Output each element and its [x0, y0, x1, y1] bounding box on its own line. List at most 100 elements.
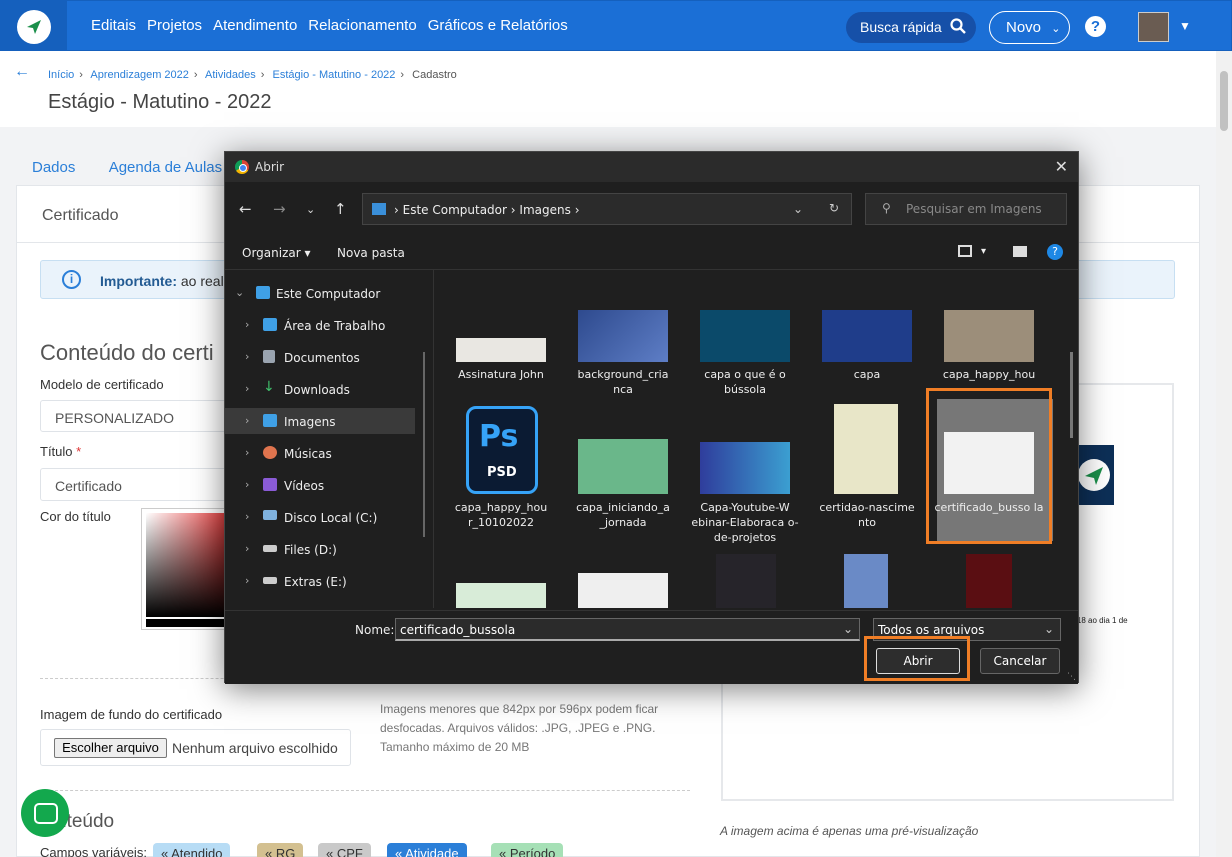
thumb-happy-hour[interactable] — [944, 310, 1034, 362]
tab-agenda[interactable]: Agenda de Aulas — [109, 159, 222, 176]
chevron-down-icon[interactable]: ⌄ — [1044, 622, 1054, 636]
file-item[interactable]: capa_happy_hou r_10102022 — [446, 500, 556, 530]
up-icon[interactable]: ↑ — [334, 200, 347, 218]
tree-item-computer[interactable]: ⌄ Este Computador — [225, 280, 415, 306]
page-scrollbar[interactable] — [1216, 51, 1232, 857]
grid-scrollbar[interactable] — [1070, 352, 1073, 438]
chevron-down-icon[interactable]: ⌄ — [843, 622, 853, 636]
breadcrumb-aprendizagem[interactable]: Aprendizagem 2022 — [90, 69, 188, 81]
tree-item-videos[interactable]: › Vídeos — [225, 472, 415, 498]
filename-input[interactable]: certificado_bussola ⌄ — [395, 618, 860, 641]
tree-item-documents[interactable]: › Documentos — [225, 344, 415, 370]
file-input[interactable]: Escolher arquivo Nenhum arquivo escolhid… — [40, 729, 351, 766]
tree-item-images[interactable]: › Imagens — [225, 408, 415, 434]
chevron-right-icon[interactable]: › — [245, 318, 249, 331]
file-item[interactable]: capa — [812, 367, 922, 382]
color-picker[interactable] — [141, 508, 231, 630]
model-select[interactable]: PERSONALIZADO — [40, 400, 230, 432]
file-item[interactable]: capa_happy_hou r_10102022 — [934, 367, 1044, 382]
nav-graficos[interactable]: Gráficos e Relatórios — [428, 17, 568, 34]
scroll-thumb[interactable] — [1220, 71, 1228, 131]
close-icon[interactable]: ✕ — [1055, 157, 1068, 176]
tab-dados[interactable]: Dados — [32, 159, 75, 176]
tree-item-music[interactable]: › Músicas — [225, 440, 415, 466]
back-icon[interactable]: ← — [239, 200, 252, 218]
chevron-right-icon[interactable]: › — [245, 542, 249, 555]
thumb-youtube[interactable] — [700, 442, 790, 494]
quick-search-button[interactable]: Busca rápida — [846, 12, 976, 43]
back-arrow-icon[interactable]: ← — [14, 63, 30, 81]
recent-dropdown-icon[interactable]: ⌄ — [306, 203, 315, 216]
tree-item-disk-c[interactable]: › Disco Local (C:) — [225, 504, 415, 530]
tree-item-drive-d[interactable]: › Files (D:) — [225, 536, 415, 562]
file-item[interactable]: capa_iniciando_a _jornada — [568, 500, 678, 530]
thumb-certidao[interactable] — [834, 404, 898, 494]
address-bar[interactable]: › Este Computador › Imagens › ⌄ ↻ — [362, 193, 852, 225]
avatar[interactable] — [1138, 12, 1169, 42]
chevron-down-icon[interactable]: ⌄ — [235, 286, 244, 299]
thumb-signature[interactable] — [456, 338, 546, 362]
pane-divider[interactable] — [433, 270, 434, 608]
chevron-right-icon[interactable]: › — [245, 478, 249, 491]
chevron-right-icon[interactable]: › — [245, 446, 249, 459]
color-gradient[interactable] — [146, 513, 228, 617]
address-computer[interactable]: Este Computador — [403, 203, 507, 217]
thumb-capa-bussola[interactable] — [700, 310, 790, 362]
nav-relacionamento[interactable]: Relacionamento — [308, 17, 416, 34]
tree-item-downloads[interactable]: › ↓ Downloads — [225, 376, 415, 402]
tree-scrollbar[interactable] — [423, 352, 425, 537]
chip-atendido[interactable]: « Atendido — [153, 843, 231, 857]
file-item[interactable]: background_cria nca — [568, 367, 678, 397]
chevron-right-icon[interactable]: › — [245, 350, 249, 363]
cancel-button[interactable]: Cancelar — [980, 648, 1060, 674]
title-field[interactable]: Certificado — [40, 468, 230, 501]
chevron-right-icon[interactable]: › — [245, 574, 249, 587]
address-images[interactable]: Imagens — [519, 203, 570, 217]
tree-item-drive-e[interactable]: › Extras (E:) — [225, 568, 415, 594]
thumb-spreadsheet[interactable] — [456, 583, 546, 608]
breadcrumb-atividades[interactable]: Atividades — [205, 69, 256, 81]
organize-button[interactable]: Organizar ▾ — [242, 246, 311, 260]
dialog-search-input[interactable]: ⚲ Pesquisar em Imagens — [865, 193, 1067, 225]
hue-slider[interactable] — [146, 619, 228, 627]
photoshop-icon[interactable]: Ps PSD — [466, 406, 538, 494]
tree-item-desktop[interactable]: › Área de Trabalho — [225, 312, 415, 338]
nav-editais[interactable]: Editais — [91, 17, 136, 34]
forward-icon[interactable]: → — [273, 200, 286, 218]
chip-periodo[interactable]: « Período — [491, 843, 564, 857]
caret-down-icon[interactable]: ▼ — [1179, 19, 1191, 33]
chevron-right-icon[interactable]: › — [245, 510, 249, 523]
choose-file-button[interactable]: Escolher arquivo — [54, 738, 167, 758]
logo[interactable] — [1, 1, 67, 52]
thumb-document[interactable] — [578, 573, 668, 608]
thumb-rumbleverse[interactable] — [716, 554, 776, 608]
chevron-right-icon[interactable]: › — [245, 382, 249, 395]
file-item[interactable]: Assinatura John — [446, 367, 556, 382]
chip-rg[interactable]: « RG — [257, 843, 304, 857]
refresh-icon[interactable]: ↻ — [829, 201, 839, 215]
breadcrumb-inicio[interactable]: Início — [48, 69, 74, 81]
nav-projetos[interactable]: Projetos — [147, 17, 202, 34]
help-icon[interactable]: ? — [1047, 244, 1063, 260]
chip-atividade[interactable]: « Atividade — [387, 843, 467, 857]
thumb-background[interactable] — [578, 310, 668, 362]
thumb-anime[interactable] — [844, 554, 888, 608]
chevron-right-icon[interactable]: › — [245, 414, 249, 427]
thumb-iniciando[interactable] — [578, 439, 668, 494]
address-dropdown-icon[interactable]: ⌄ — [793, 202, 803, 216]
new-folder-button[interactable]: Nova pasta — [337, 246, 405, 260]
resize-grip-icon[interactable]: ⋱ — [1067, 672, 1076, 682]
novo-button[interactable]: Novo ⌄ — [989, 11, 1070, 44]
breadcrumb-estagio[interactable]: Estágio - Matutino - 2022 — [273, 69, 396, 81]
file-item[interactable]: capa o que é o bússola — [690, 367, 800, 397]
view-dropdown-icon[interactable]: ▾ — [981, 246, 986, 257]
thumb-evil-dead[interactable] — [966, 554, 1012, 608]
thumb-capa[interactable] — [822, 310, 912, 362]
help-icon[interactable]: ? — [1085, 16, 1106, 37]
chat-icon[interactable] — [21, 789, 69, 837]
dialog-titlebar[interactable]: Abrir ✕ — [225, 152, 1078, 182]
preview-pane-icon[interactable] — [1013, 246, 1027, 257]
chip-cpf[interactable]: « CPF — [318, 843, 371, 857]
nav-atendimento[interactable]: Atendimento — [213, 17, 297, 34]
view-mode-icon[interactable] — [958, 245, 972, 257]
